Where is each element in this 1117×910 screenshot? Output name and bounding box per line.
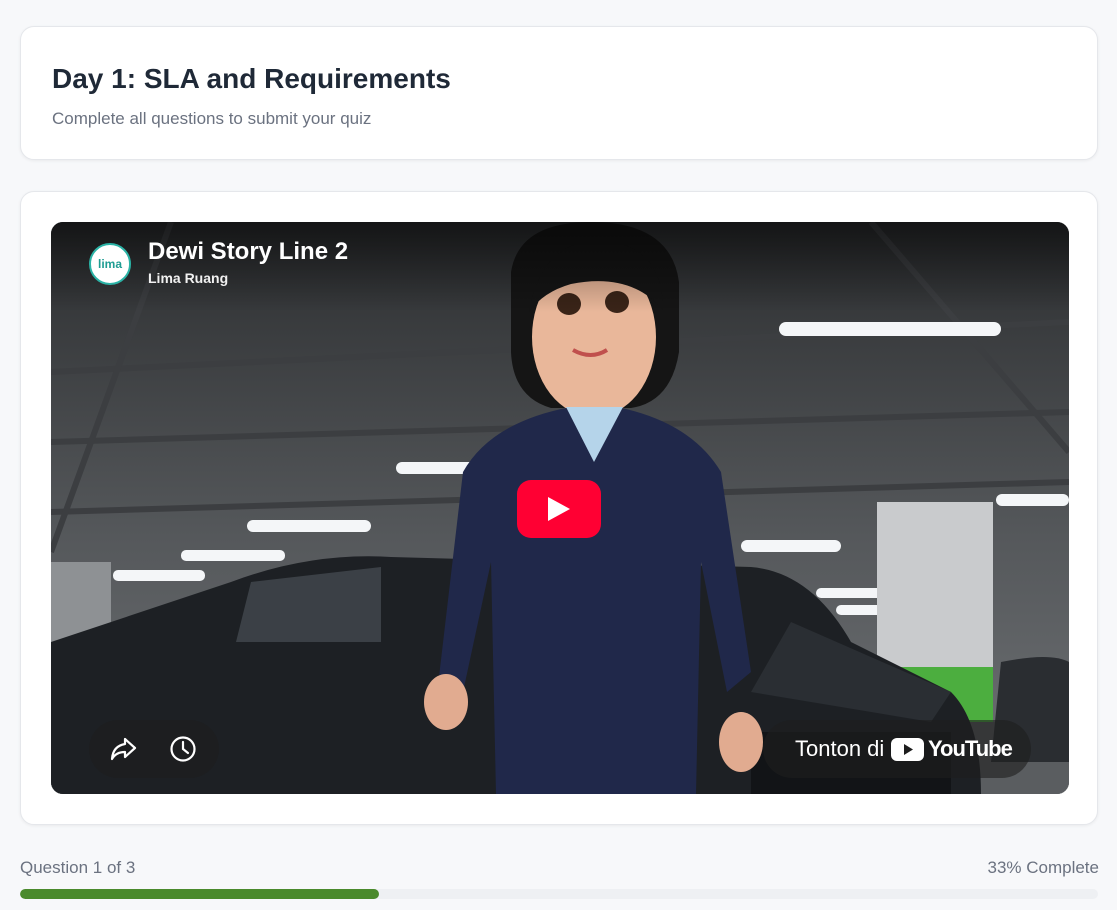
video-title[interactable]: Dewi Story Line 2: [148, 238, 348, 266]
play-button[interactable]: [517, 480, 601, 538]
quiz-subtitle: Complete all questions to submit your qu…: [52, 109, 372, 128]
player-actions-pill: [89, 720, 219, 778]
player-top-gradient: [51, 222, 1069, 312]
youtube-wordmark: YouTube: [928, 736, 1013, 761]
watch-on-label: Tonton di: [795, 736, 885, 761]
progress-bar: [20, 889, 1098, 899]
video-card: lima Dewi Story Line 2 Lima Ruang Tonton…: [20, 191, 1098, 825]
youtube-logo-icon: [891, 737, 924, 761]
percent-complete: 33% Complete: [987, 858, 1099, 877]
watch-on-youtube-button[interactable]: Tonton di YouTube: [763, 720, 1031, 778]
quiz-header-card: Day 1: SLA and Requirements Complete all…: [20, 26, 1098, 160]
share-icon[interactable]: [109, 735, 137, 763]
channel-avatar[interactable]: lima: [89, 243, 131, 285]
youtube-player[interactable]: lima Dewi Story Line 2 Lima Ruang Tonton…: [51, 222, 1069, 794]
play-icon: [548, 497, 570, 521]
channel-name[interactable]: Lima Ruang: [148, 270, 228, 286]
progress-bar-fill: [20, 889, 379, 899]
channel-logo-text: lima: [97, 257, 122, 271]
youtube-logo: YouTube: [891, 734, 1013, 764]
question-counter: Question 1 of 3: [20, 858, 136, 877]
watch-later-icon[interactable]: [169, 735, 197, 763]
quiz-title: Day 1: SLA and Requirements: [52, 63, 451, 94]
